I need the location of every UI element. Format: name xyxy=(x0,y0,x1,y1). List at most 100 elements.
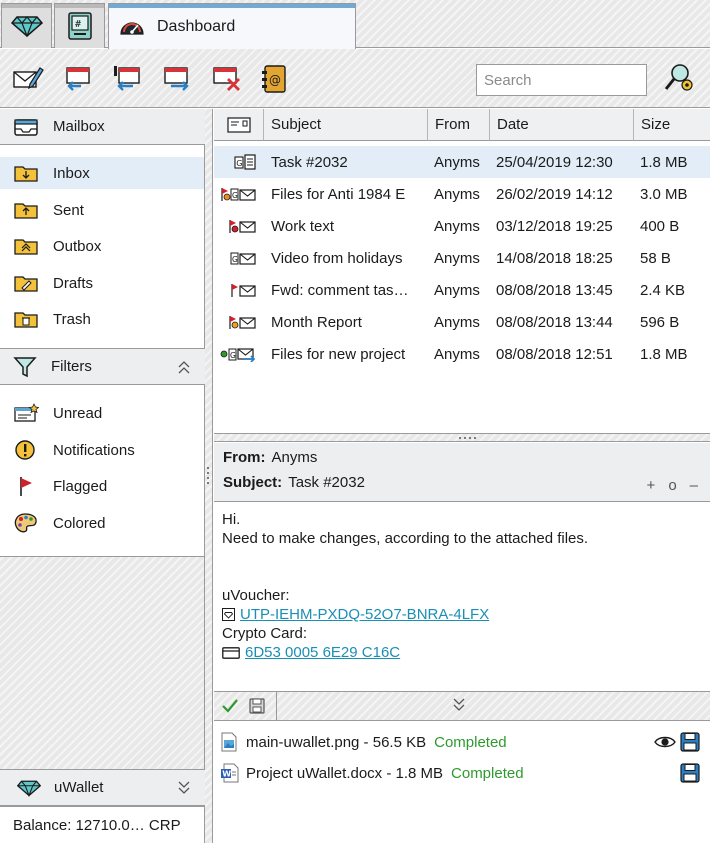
subject-label: Subject: xyxy=(223,474,283,491)
horizontal-splitter[interactable] xyxy=(214,434,710,442)
sent-folder-icon xyxy=(14,203,38,219)
zoom-reset-button[interactable]: o xyxy=(668,477,676,494)
divider xyxy=(276,692,277,720)
table-row[interactable]: G Task #2032 Anyms 25/04/2019 12:30 1.8 … xyxy=(214,146,710,178)
attachment-name: main-uwallet.png - 56.5 KB xyxy=(246,733,427,751)
card-row: 6D53 0005 6E29 C16C xyxy=(222,643,702,662)
advanced-search-button[interactable] xyxy=(661,62,695,92)
save-icon[interactable] xyxy=(680,732,700,752)
voucher-row: UTP-IEHM-PXDQ-52O7-BNRA-4LFX xyxy=(222,605,702,624)
flagged-mail-icon xyxy=(229,316,256,329)
zoom-out-button[interactable]: – xyxy=(690,477,698,494)
save-all-icon[interactable] xyxy=(249,698,265,714)
search-input[interactable] xyxy=(476,64,647,96)
reply-button[interactable] xyxy=(60,64,94,94)
attachment-item[interactable]: main-uwallet.png - 56.5 KB Completed xyxy=(220,729,710,755)
sidebar-item-label: Notifications xyxy=(53,441,135,459)
sidebar-item-outbox[interactable]: Outbox xyxy=(0,230,204,262)
sidebar-item-label: Colored xyxy=(53,514,106,532)
svg-text:#: # xyxy=(75,19,81,30)
image-file-icon xyxy=(221,732,237,752)
zoom-in-button[interactable]: + xyxy=(647,477,656,494)
table-row[interactable]: Work text Anyms 03/12/2018 19:25 400 B xyxy=(214,210,710,242)
row-from: Anyms xyxy=(434,185,480,203)
row-status-icons: G xyxy=(218,146,262,178)
sidebar-item-drafts[interactable]: Drafts xyxy=(0,267,204,299)
subject-line: Subject: Task #2032 xyxy=(223,474,365,491)
check-icon[interactable] xyxy=(221,697,239,715)
voucher-icon xyxy=(222,608,235,621)
row-subject: Task #2032 xyxy=(271,153,348,171)
row-date: 03/12/2018 19:25 xyxy=(496,217,613,235)
tab-terminal[interactable]: # xyxy=(54,3,105,48)
attachment-item[interactable]: W Project uWallet.docx - 1.8 MB Complete… xyxy=(220,760,710,786)
outbox-folder-icon xyxy=(14,239,38,255)
voucher-link[interactable]: UTP-IEHM-PXDQ-52O7-BNRA-4LFX xyxy=(240,606,489,623)
row-status-icons xyxy=(218,274,262,306)
table-row[interactable]: Month Report Anyms 08/08/2018 13:44 596 … xyxy=(214,306,710,338)
filters-header[interactable]: Filters xyxy=(0,348,205,385)
trash-folder-icon xyxy=(14,312,38,328)
card-link[interactable]: 6D53 0005 6E29 C16C xyxy=(245,644,400,661)
sidebar-item-trash[interactable]: Trash xyxy=(0,303,204,335)
wallet-balance: Balance: 12710.0… CRP xyxy=(0,806,204,843)
column-header-date[interactable]: Date xyxy=(490,109,634,141)
forwarded-mail-icon: G xyxy=(220,348,256,362)
table-row[interactable]: G Files for Anti 1984 E Anyms 26/02/2019… xyxy=(214,178,710,210)
drafts-folder-icon xyxy=(14,276,38,292)
attachment-actions xyxy=(680,763,700,783)
from-value: Anyms xyxy=(271,449,318,466)
row-status-icons: G xyxy=(218,178,262,210)
sidebar-item-unread[interactable]: Unread xyxy=(0,397,204,429)
forward-button[interactable] xyxy=(160,64,194,94)
sidebar-item-notifications[interactable]: Notifications xyxy=(0,434,204,466)
body-line: Hi. xyxy=(222,511,241,528)
sidebar-item-label: Inbox xyxy=(53,164,90,182)
notification-icon xyxy=(15,440,35,460)
tab-dashboard[interactable]: Dashboard xyxy=(108,3,356,49)
row-size: 58 B xyxy=(640,249,671,267)
tab-dashboard-label: Dashboard xyxy=(157,17,236,35)
sidebar-item-inbox[interactable]: Inbox xyxy=(0,157,204,189)
table-row[interactable]: G Files for new project Anyms 08/08/2018… xyxy=(214,338,710,370)
splitter-grip-dot xyxy=(207,482,209,484)
card-icon xyxy=(222,647,240,659)
toolbar: @ xyxy=(0,49,710,108)
address-book-button[interactable]: @ xyxy=(257,64,291,94)
vertical-splitter[interactable] xyxy=(205,109,213,843)
chevron-down-icon[interactable] xyxy=(452,697,466,713)
reply-all-button[interactable] xyxy=(110,64,144,94)
column-header-subject[interactable]: Subject xyxy=(264,109,428,141)
delete-button[interactable] xyxy=(210,64,244,94)
eye-icon[interactable] xyxy=(654,735,676,749)
column-header-from[interactable]: From xyxy=(428,109,490,141)
zoom-controls: + o – xyxy=(647,477,698,494)
chevron-up-icon[interactable] xyxy=(177,359,191,375)
sidebar-item-label: Drafts xyxy=(53,274,94,292)
wallet-header[interactable]: uWallet xyxy=(0,769,205,806)
svg-text:W: W xyxy=(222,770,231,779)
row-size: 3.0 MB xyxy=(640,185,688,203)
compose-icon xyxy=(13,67,44,90)
sidebar-item-label: Sent xyxy=(53,201,84,219)
envelope-column-icon xyxy=(226,116,251,133)
subject-value: Task #2032 xyxy=(288,474,365,491)
row-size: 1.8 MB xyxy=(640,345,688,363)
chevron-down-icon[interactable] xyxy=(177,780,191,796)
table-row[interactable]: G Video from holidays Anyms 14/08/2018 1… xyxy=(214,242,710,274)
sidebar-item-colored[interactable]: Colored xyxy=(0,507,204,539)
voucher-label: uVoucher: xyxy=(222,587,290,604)
table-row[interactable]: Fwd: comment tas… Anyms 08/08/2018 13:45… xyxy=(214,274,710,306)
compose-button[interactable] xyxy=(11,64,45,94)
sidebar-item-flagged[interactable]: Flagged xyxy=(0,470,204,502)
word-file-icon: W xyxy=(221,763,239,783)
splitter-grip-dot xyxy=(464,437,466,439)
save-icon[interactable] xyxy=(680,763,700,783)
sidebar-item-sent[interactable]: Sent xyxy=(0,194,204,226)
reply-icon xyxy=(66,67,90,91)
column-header-size[interactable]: Size xyxy=(634,109,710,141)
column-header-type[interactable] xyxy=(214,109,264,141)
row-date: 14/08/2018 18:25 xyxy=(496,249,613,267)
tab-wallet[interactable] xyxy=(1,3,52,48)
mailbox-header[interactable]: Mailbox xyxy=(0,109,205,145)
